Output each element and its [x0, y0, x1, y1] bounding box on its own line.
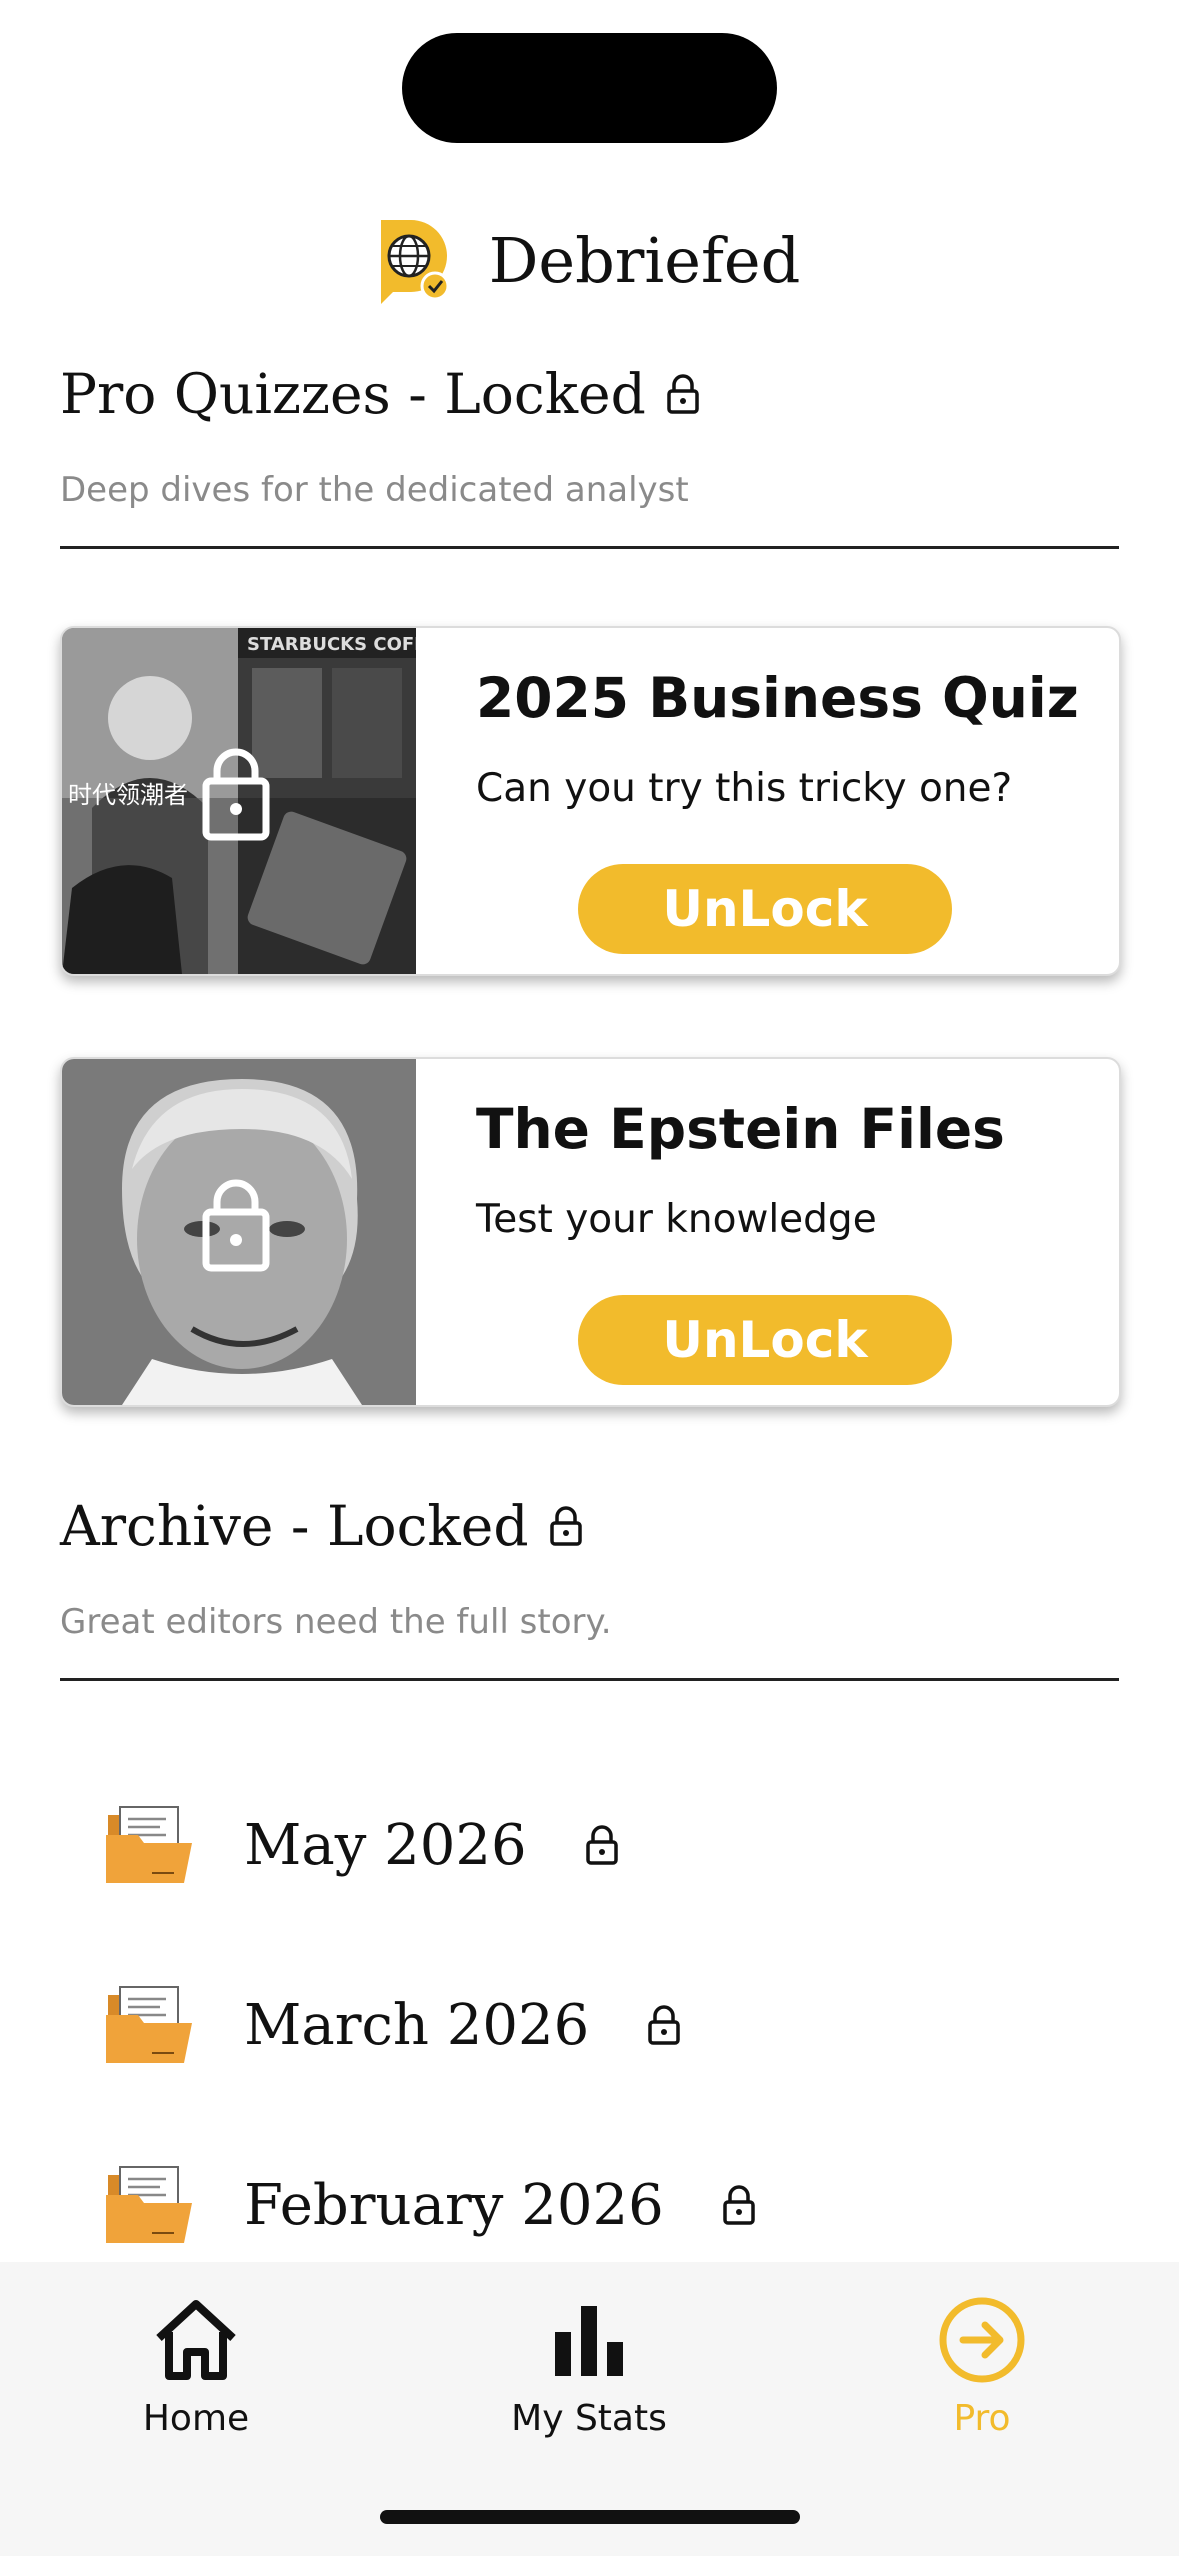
archive-section-subtitle: Great editors need the full story. — [60, 1602, 612, 1642]
home-indicator[interactable] — [380, 2510, 800, 2524]
quiz-card-description: Test your knowledge — [476, 1197, 877, 1242]
tab-home[interactable]: Home — [66, 2290, 326, 2440]
home-icon — [146, 2290, 246, 2390]
quiz-card-description: Can you try this tricky one? — [476, 766, 1013, 811]
tab-my-stats[interactable]: My Stats — [459, 2290, 719, 2440]
archive-item-february-2026[interactable]: February 2026 — [104, 2160, 756, 2250]
epstein-files-thumbnail — [62, 1059, 416, 1405]
archive-item-may-2026[interactable]: May 2026 — [104, 1800, 619, 1890]
archive-item-march-2026[interactable]: March 2026 — [104, 1980, 681, 2070]
quiz-card-business[interactable]: STARBUCKS COFFE 时代领潮者 2025 Business Quiz… — [60, 626, 1121, 976]
lock-icon — [585, 1825, 619, 1865]
lock-icon — [549, 1506, 583, 1546]
tab-label: Pro — [953, 2398, 1011, 2439]
lock-icon — [722, 2185, 756, 2225]
lock-icon — [666, 374, 700, 414]
svg-text:STARBUCKS COFFE: STARBUCKS COFFE — [247, 634, 416, 655]
dynamic-island — [402, 33, 777, 143]
app-header: Debriefed — [0, 210, 1179, 310]
tab-label: Home — [142, 2398, 250, 2439]
quiz-card-title: 2025 Business Quiz — [476, 666, 1079, 730]
unlock-button[interactable]: UnLock — [578, 1295, 952, 1385]
app-title: Debriefed — [488, 223, 801, 297]
archive-item-label: March 2026 — [244, 1992, 590, 2058]
divider — [60, 1678, 1119, 1681]
tab-pro[interactable]: Pro — [852, 2290, 1112, 2440]
pro-section-title: Pro Quizzes - Locked — [60, 362, 700, 426]
archive-section-title: Archive - Locked — [60, 1494, 583, 1558]
archive-item-label: May 2026 — [244, 1812, 527, 1878]
archive-section-title-text: Archive - Locked — [60, 1494, 529, 1558]
lock-icon — [647, 2005, 681, 2045]
folder-icon — [104, 2165, 194, 2245]
svg-text:时代领潮者: 时代领潮者 — [68, 781, 188, 809]
debriefed-logo-icon — [379, 216, 451, 304]
arrow-circle-right-icon — [932, 2290, 1032, 2390]
quiz-card-epstein[interactable]: The Epstein Files Test your knowledge Un… — [60, 1057, 1121, 1407]
folder-icon — [104, 1805, 194, 1885]
archive-item-label: February 2026 — [244, 2172, 664, 2238]
divider — [60, 546, 1119, 549]
unlock-button[interactable]: UnLock — [578, 864, 952, 954]
bar-chart-icon — [539, 2290, 639, 2390]
pro-section-subtitle: Deep dives for the dedicated analyst — [60, 470, 689, 510]
tab-label: My Stats — [511, 2398, 667, 2439]
folder-icon — [104, 1985, 194, 2065]
quiz-card-title: The Epstein Files — [476, 1097, 1005, 1161]
pro-section-title-text: Pro Quizzes - Locked — [60, 362, 646, 426]
business-quiz-thumbnail: STARBUCKS COFFE 时代领潮者 — [62, 628, 416, 974]
